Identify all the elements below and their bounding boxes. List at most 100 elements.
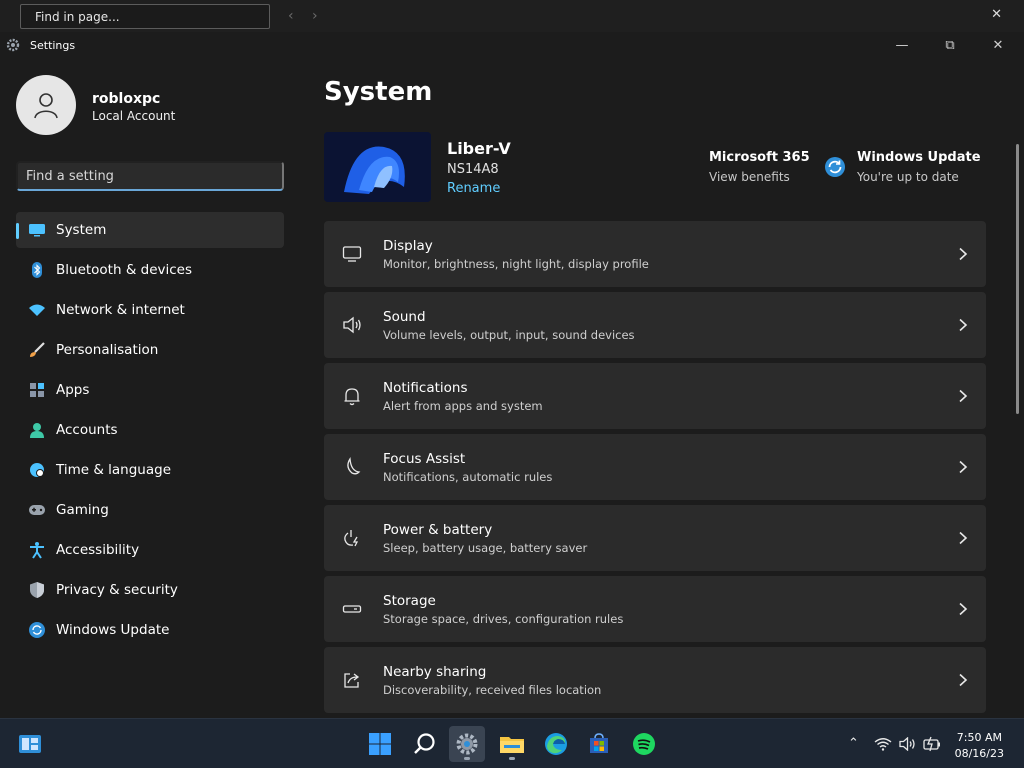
sidebar-item-label: Personalisation [56, 342, 159, 358]
windows-logo-icon [369, 733, 391, 755]
brush-icon [28, 341, 46, 359]
page-title: System [324, 77, 433, 107]
edge-browser-button[interactable] [538, 726, 574, 762]
sidebar-item-accounts[interactable]: Accounts [16, 412, 284, 448]
sidebar-item-network[interactable]: Network & internet [16, 292, 284, 328]
windows-update-status: You're up to date [857, 170, 959, 184]
close-button[interactable]: ✕ [986, 36, 1010, 56]
find-in-page-input[interactable] [20, 4, 270, 29]
wifi-icon [28, 301, 46, 319]
windows-update-title[interactable]: Windows Update [857, 150, 981, 165]
sidebar-item-label: Bluetooth & devices [56, 262, 193, 278]
find-next-icon[interactable]: › [312, 8, 318, 24]
sidebar-item-windows-update[interactable]: Windows Update [16, 612, 284, 648]
settings-card-list: Display Monitor, brightness, night light… [324, 221, 986, 718]
widgets-icon [19, 735, 41, 753]
card-power-battery[interactable]: Power & battery Sleep, battery usage, ba… [324, 505, 986, 571]
card-focus-assist[interactable]: Focus Assist Notifications, automatic ru… [324, 434, 986, 500]
card-display[interactable]: Display Monitor, brightness, night light… [324, 221, 986, 287]
store-icon [590, 733, 608, 753]
widgets-button[interactable] [12, 726, 48, 762]
moon-icon [347, 457, 361, 475]
running-indicator [464, 757, 470, 760]
card-title: Display [383, 238, 433, 254]
folder-icon [500, 737, 524, 753]
sidebar-item-apps[interactable]: Apps [16, 372, 284, 408]
chevron-right-icon [959, 602, 968, 616]
sidebar-item-personalisation[interactable]: Personalisation [16, 332, 284, 368]
card-nearby-sharing[interactable]: Nearby sharing Discoverability, received… [324, 647, 986, 713]
microsoft-store-button[interactable] [581, 726, 617, 762]
search-icon [414, 733, 435, 754]
card-title: Notifications [383, 380, 468, 396]
sidebar-item-label: Network & internet [56, 302, 185, 318]
card-subtitle: Volume levels, output, input, sound devi… [383, 328, 635, 342]
sidebar-item-label: Accounts [56, 422, 118, 438]
spotify-button[interactable] [626, 726, 662, 762]
user-name: robloxpc [92, 91, 161, 107]
wifi-icon[interactable] [874, 737, 892, 751]
card-notifications[interactable]: Notifications Alert from apps and system [324, 363, 986, 429]
avatar[interactable] [16, 75, 76, 135]
start-button[interactable] [362, 726, 398, 762]
file-explorer-button[interactable] [494, 726, 530, 762]
sidebar-item-label: Privacy & security [56, 582, 178, 598]
card-sound[interactable]: Sound Volume levels, output, input, soun… [324, 292, 986, 358]
card-subtitle: Sleep, battery usage, battery saver [383, 541, 588, 555]
taskbar: ⌃ 7:50 AM 08/16/23 [0, 718, 1024, 768]
find-in-page-bar: ‹ › ✕ [0, 0, 1024, 32]
device-name: Liber-V [447, 139, 511, 158]
power-icon [344, 530, 359, 547]
running-indicator [509, 757, 515, 760]
card-subtitle: Notifications, automatic rules [383, 470, 553, 484]
user-icon [34, 93, 58, 119]
settings-gear-icon [6, 38, 20, 52]
settings-gear-icon [456, 733, 478, 755]
clock-date[interactable]: 08/16/23 [955, 747, 1004, 760]
microsoft-365-title[interactable]: Microsoft 365 [709, 150, 810, 165]
card-subtitle: Storage space, drives, configuration rul… [383, 612, 624, 626]
find-previous-icon[interactable]: ‹ [288, 8, 294, 24]
card-subtitle: Discoverability, received files location [383, 683, 602, 697]
card-title: Focus Assist [383, 451, 466, 467]
settings-search-input[interactable] [16, 161, 284, 191]
taskbar-settings-button[interactable] [449, 726, 485, 762]
bell-icon [344, 388, 360, 406]
rename-link[interactable]: Rename [447, 181, 500, 196]
device-wallpaper-thumbnail [324, 132, 431, 202]
sidebar-item-time-language[interactable]: Time & language [16, 452, 284, 488]
volume-icon[interactable] [899, 737, 917, 751]
person-icon [28, 421, 46, 439]
bluetooth-icon [28, 261, 46, 279]
sidebar-item-privacy[interactable]: Privacy & security [16, 572, 284, 608]
chevron-right-icon [959, 673, 968, 687]
find-close-icon[interactable]: ✕ [991, 7, 1002, 22]
gamepad-icon [28, 501, 46, 519]
edge-icon [545, 733, 567, 755]
restore-button[interactable]: ⧉ [938, 36, 962, 56]
card-storage[interactable]: Storage Storage space, drives, configura… [324, 576, 986, 642]
clock-time[interactable]: 7:50 AM [957, 731, 1002, 744]
drive-icon [342, 605, 362, 613]
shield-icon [28, 581, 46, 599]
device-model: NS14A8 [447, 162, 499, 177]
system-icon [28, 221, 46, 239]
title-bar: Settings — ⧉ ✕ [0, 32, 1024, 60]
battery-charging-icon[interactable] [923, 736, 941, 752]
search-button[interactable] [407, 726, 443, 762]
show-hidden-icons-button[interactable]: ⌃ [848, 736, 859, 751]
spotify-icon [633, 733, 655, 755]
content-scrollbar[interactable] [1016, 144, 1019, 414]
sidebar-item-system[interactable]: System [16, 212, 284, 248]
card-title: Nearby sharing [383, 664, 487, 680]
chevron-right-icon [959, 531, 968, 545]
sidebar-item-gaming[interactable]: Gaming [16, 492, 284, 528]
minimize-button[interactable]: — [890, 36, 914, 56]
window-title: Settings [30, 39, 76, 52]
chevron-right-icon [959, 318, 968, 332]
sidebar-item-label: Time & language [56, 462, 172, 478]
sidebar-item-label: Windows Update [56, 622, 170, 638]
sidebar-item-bluetooth[interactable]: Bluetooth & devices [16, 252, 284, 288]
accessibility-icon [28, 541, 46, 559]
sidebar-item-accessibility[interactable]: Accessibility [16, 532, 284, 568]
